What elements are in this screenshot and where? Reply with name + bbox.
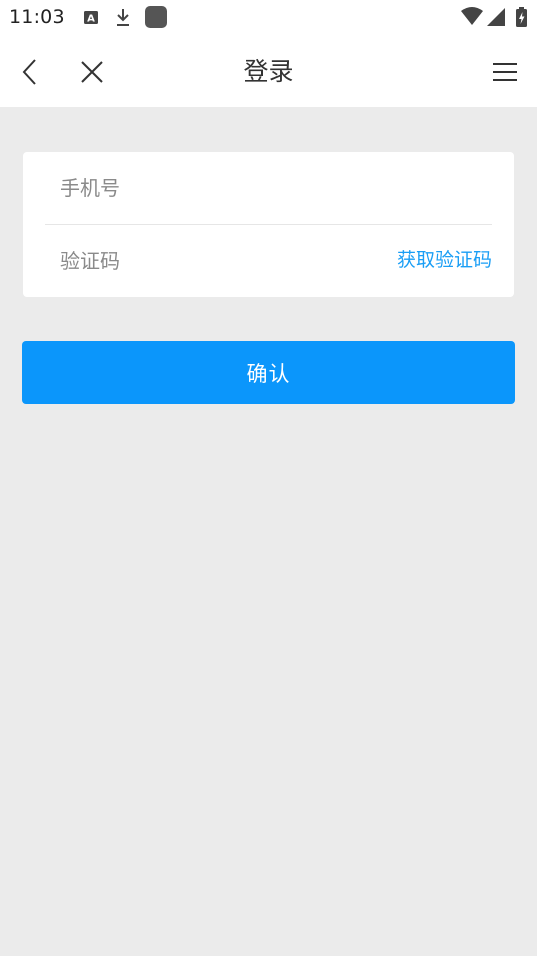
svg-text:A: A (87, 14, 95, 25)
menu-button[interactable] (486, 36, 524, 107)
phone-input[interactable] (60, 166, 380, 210)
get-code-button[interactable]: 获取验证码 (397, 245, 492, 272)
square-app-icon (144, 6, 168, 28)
signal-icon (485, 6, 507, 28)
chevron-left-icon (22, 58, 36, 85)
login-form-card: 获取验证码 (23, 152, 514, 297)
hamburger-menu-icon (493, 62, 517, 81)
phone-row (23, 152, 514, 224)
verification-code-input[interactable] (60, 239, 380, 283)
battery-charging-icon (515, 6, 529, 28)
back-button[interactable] (12, 36, 48, 107)
status-bar: 11:03 A (0, 0, 537, 36)
status-time: 11:03 (9, 6, 65, 28)
download-icon (114, 6, 132, 28)
top-nav-bar: 登录 (0, 36, 537, 107)
a-notification-icon: A (83, 6, 99, 28)
close-button[interactable] (74, 36, 110, 107)
close-icon (81, 60, 103, 83)
wifi-icon (460, 6, 484, 28)
confirm-button[interactable]: 确认 (22, 341, 515, 404)
